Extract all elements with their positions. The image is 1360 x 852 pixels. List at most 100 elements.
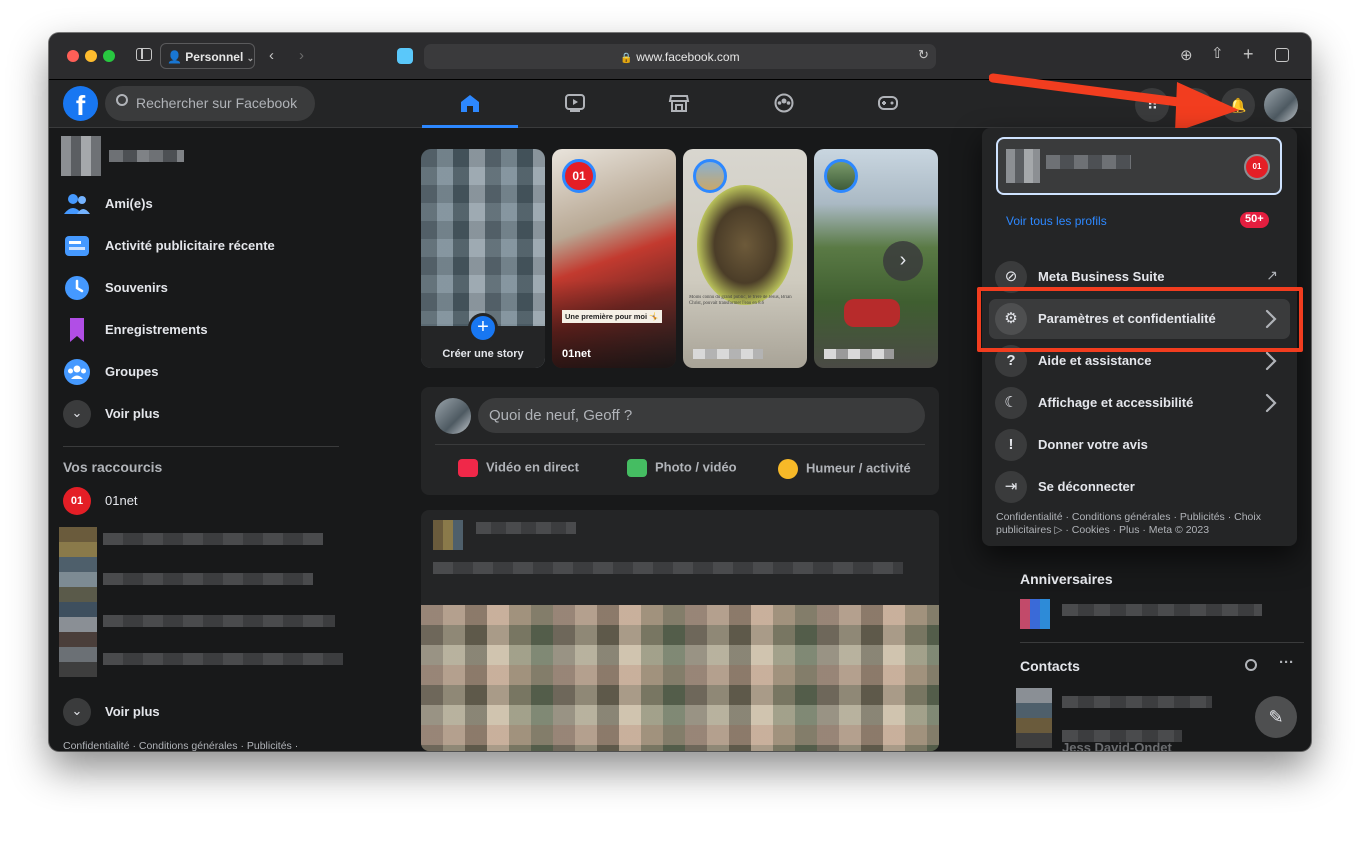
gamepad-icon	[878, 96, 898, 110]
profiles-count-badge: 50+	[1240, 212, 1269, 228]
search-contacts-icon[interactable]	[1245, 659, 1257, 671]
01net-logo-icon: 01	[562, 159, 596, 193]
composer-input[interactable]: Quoi de neuf, Geoff ?	[478, 398, 925, 433]
blurred-shortcuts	[59, 523, 349, 688]
sidebar-footer[interactable]: Confidentialité · Conditions générales ·…	[63, 740, 298, 751]
photo-icon	[627, 459, 647, 477]
profile-label: Personnel	[185, 50, 244, 64]
tab-watch[interactable]	[527, 80, 623, 128]
sidebar-item-saved[interactable]: Enregistrements	[63, 312, 333, 348]
minimize-window-button[interactable]	[85, 50, 97, 62]
feeling-label: Humeur / activité	[806, 460, 911, 476]
contact-name[interactable]: Jess David-Ondet	[1062, 740, 1172, 751]
shortcuts-see-more-button[interactable]: ⌄ Voir plus	[63, 694, 333, 730]
account-avatar-button[interactable]	[1264, 88, 1298, 122]
switch-profile-icon[interactable]: 01	[1244, 154, 1270, 180]
shortcut-label: 01net	[105, 493, 138, 508]
composer-divider	[435, 444, 925, 445]
live-video-button[interactable]: Vidéo en direct	[458, 459, 579, 477]
facebook-header: f Rechercher sur Facebook ⠿ ✉ 🔔	[49, 73, 1311, 132]
tab-overview-icon[interactable]	[1275, 48, 1289, 62]
friends-icon	[64, 194, 90, 214]
sidebar-item-label: Enregistrements	[105, 322, 208, 337]
photo-video-button[interactable]: Photo / vidéo	[627, 459, 737, 477]
sidebar-toggle-icon[interactable]	[136, 48, 152, 61]
story-card-01net[interactable]: 01 Une première pour moi 🤸 01net	[552, 149, 676, 368]
sidebar-see-more-button[interactable]: ⌄ Voir plus	[63, 396, 333, 432]
profile-selector[interactable]: 👤 Personnel ⌄	[160, 43, 255, 69]
menu-item-display-accessibility[interactable]: ☾ Affichage et accessibilité	[989, 383, 1290, 423]
sidebar-item-friends[interactable]: Ami(e)s	[63, 186, 333, 222]
sidebar-item-label: Souvenirs	[105, 280, 168, 295]
chevron-down-icon: ⌄	[63, 400, 91, 428]
facebook-logo-icon[interactable]: f	[63, 86, 98, 121]
video-icon	[565, 94, 585, 112]
sidebar-item-memories[interactable]: Souvenirs	[63, 270, 333, 306]
live-video-icon	[458, 459, 478, 477]
forward-icon[interactable]: ›	[299, 48, 304, 63]
contacts-title: Contacts	[1020, 658, 1080, 674]
feedback-icon: !	[995, 429, 1027, 461]
menu-item-logout[interactable]: ⇥ Se déconnecter	[989, 467, 1290, 507]
groups-icon	[774, 93, 794, 113]
person-icon: 👤	[167, 50, 182, 64]
back-icon[interactable]: ‹	[269, 48, 274, 63]
tab-gaming[interactable]	[840, 80, 936, 128]
menu-item-label: Aide et assistance	[1038, 353, 1152, 368]
memories-icon	[65, 276, 89, 300]
shortcut-01net[interactable]: 01 01net	[63, 483, 333, 519]
story-author-name: 01net	[562, 348, 591, 360]
home-icon	[461, 95, 479, 112]
feeling-activity-button[interactable]: Humeur / activité	[778, 459, 911, 479]
menu-footer-line-1[interactable]: Confidentialité · Conditions générales ·…	[996, 511, 1261, 524]
avatar	[435, 398, 471, 434]
saved-icon	[70, 318, 84, 342]
sidebar-divider	[63, 446, 339, 447]
see-more-label: Voir plus	[105, 406, 160, 421]
url-text: www.facebook.com	[636, 50, 740, 64]
new-tab-icon[interactable]: +	[1243, 45, 1254, 63]
address-bar[interactable]: 🔒 www.facebook.com	[424, 44, 936, 69]
more-options-icon[interactable]: ···	[1279, 654, 1294, 671]
sidebar-item-label: Groupes	[105, 364, 159, 379]
tab-groups[interactable]	[736, 80, 832, 128]
birthdays-title: Anniversaires	[1020, 571, 1113, 587]
menu-item-label: Affichage et accessibilité	[1038, 395, 1194, 410]
story-caption: Une première pour moi 🤸	[562, 310, 662, 323]
sidebar-item-ad-activity[interactable]: Activité publicitaire récente	[63, 228, 333, 264]
logout-icon: ⇥	[995, 471, 1027, 503]
chevron-right-icon	[1265, 351, 1277, 371]
smiley-icon	[778, 459, 798, 479]
profile-shortcut[interactable]	[61, 136, 186, 176]
menu-item-feedback[interactable]: ! Donner votre avis	[989, 425, 1290, 465]
stories-next-button[interactable]: ›	[883, 241, 923, 281]
close-window-button[interactable]	[67, 50, 79, 62]
story-card-3[interactable]: Moins connu du grand public, le frère de…	[683, 149, 807, 368]
reload-icon[interactable]: ↻	[918, 48, 929, 61]
new-message-button[interactable]: ✎	[1255, 696, 1297, 738]
shortcuts-title: Vos raccourcis	[63, 459, 163, 475]
story-avatar	[824, 159, 858, 193]
compose-icon: ✎	[1268, 707, 1284, 727]
zoom-window-button[interactable]	[103, 50, 115, 62]
menu-footer-line-2[interactable]: publicitaires ▷ · Cookies · Plus · Meta …	[996, 524, 1209, 537]
download-icon[interactable]: ⊕	[1180, 48, 1193, 63]
add-story-plus-icon[interactable]: +	[468, 313, 498, 343]
sidebar-item-groups[interactable]: Groupes	[63, 354, 333, 390]
create-story-label: Créer une story	[442, 348, 524, 360]
tab-home[interactable]	[422, 80, 518, 128]
create-story-card[interactable]: + Créer une story	[421, 149, 545, 368]
left-sidebar: Ami(e)s Activité publicitaire récente So…	[49, 128, 349, 751]
site-favicon-icon[interactable]	[397, 48, 413, 64]
tab-marketplace[interactable]	[631, 80, 727, 128]
profile-card[interactable]: 01	[996, 137, 1282, 195]
photo-video-label: Photo / vidéo	[655, 459, 737, 475]
see-all-profiles-link[interactable]: Voir tous les profils	[1006, 214, 1107, 228]
search-input[interactable]: Rechercher sur Facebook	[105, 86, 315, 121]
share-icon[interactable]: ⇧	[1211, 46, 1224, 61]
right-column-divider	[1020, 642, 1304, 643]
external-link-icon: ↗	[1266, 267, 1278, 283]
groups-icon	[64, 359, 90, 385]
search-placeholder: Rechercher sur Facebook	[136, 95, 298, 111]
01net-logo-icon: 01	[63, 487, 91, 515]
